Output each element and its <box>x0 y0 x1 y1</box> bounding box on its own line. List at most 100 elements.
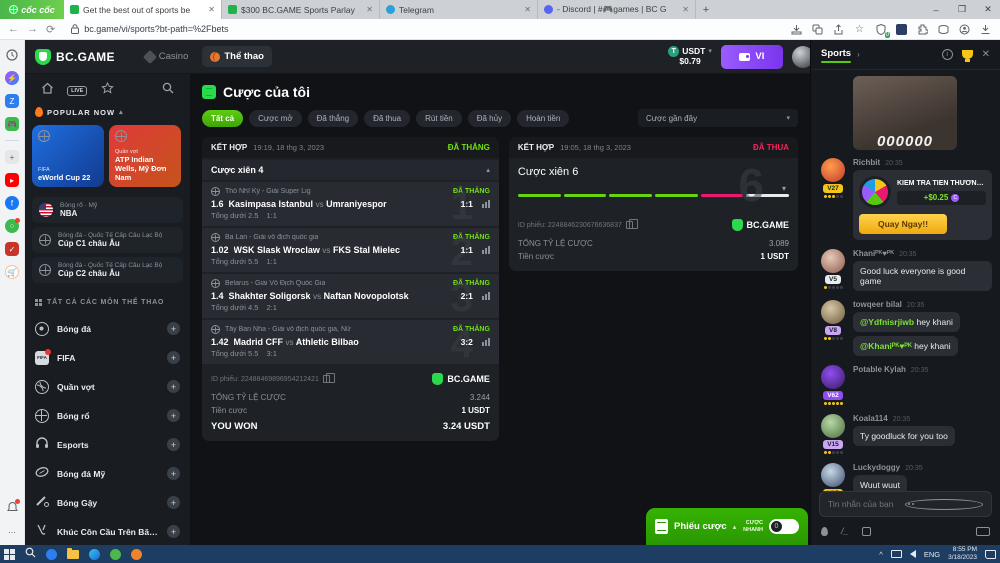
stats-icon[interactable] <box>482 338 490 346</box>
expand-plus-icon[interactable]: + <box>167 351 180 364</box>
sidebar-item-football[interactable]: Bóng đá + <box>32 314 183 343</box>
sidebar-item-ice-hockey[interactable]: Khúc Côn Cầu Trên Băng + <box>32 517 183 545</box>
expand-plus-icon[interactable]: + <box>167 438 180 451</box>
volume-icon[interactable] <box>910 550 916 558</box>
browser-tab-2[interactable]: $300 BC.GAME Sports Parlay ✕ <box>222 0 380 19</box>
chat-tab-sports[interactable]: Sports <box>821 48 851 62</box>
info-icon[interactable]: i <box>942 49 953 60</box>
forward-button[interactable]: → <box>27 23 38 35</box>
sidebar-item-tennis[interactable]: Quần vợt + <box>32 372 183 401</box>
app-dots-icon[interactable]: ⁘ <box>5 219 19 233</box>
chat-input[interactable]: Tin nhắn của bạn <box>819 491 992 517</box>
more-icon[interactable]: ⋯ <box>5 525 19 539</box>
expand-plus-icon[interactable]: + <box>167 496 180 509</box>
rain-icon[interactable] <box>821 527 828 536</box>
tab-close-icon[interactable]: ✕ <box>366 5 373 14</box>
network-icon[interactable] <box>891 550 902 558</box>
league-item-nba[interactable]: Bóng rổ · MỹNBA <box>32 197 183 223</box>
sidebar-item-fifa[interactable]: FIFA FIFA + <box>32 343 183 372</box>
emoji-icon[interactable] <box>905 499 984 510</box>
spin-promo-card[interactable]: KIỂM TRA TIỀN THƯỞNG VÒNG QU +$0.25C Qua… <box>853 170 992 240</box>
shop-cart-icon[interactable]: 🛒 <box>5 265 19 279</box>
sidebar-item-basketball[interactable]: Bóng rổ + <box>32 401 183 430</box>
youtube-icon[interactable]: ▸ <box>5 173 19 187</box>
zalo-icon[interactable]: Z <box>5 94 19 108</box>
dice-icon[interactable] <box>862 527 871 536</box>
home-icon[interactable] <box>36 82 58 97</box>
popular-card-fifa[interactable]: FIFA eWorld Cup 22 <box>32 125 104 187</box>
filter-refund[interactable]: Hoàn tiền <box>517 110 569 127</box>
avatar[interactable] <box>821 365 845 389</box>
language-indicator[interactable]: ENG <box>924 550 940 559</box>
address-bar[interactable]: bc.game/vi/sports?bt-path=%2Fbets <box>63 22 782 37</box>
add-shortcut-icon[interactable]: + <box>5 150 19 164</box>
copy-icon[interactable] <box>323 375 330 383</box>
tab-close-icon[interactable]: ✕ <box>208 5 215 14</box>
browser-tab-3[interactable]: Telegram ✕ <box>380 0 538 19</box>
betslip-button[interactable]: Phiếu cược ▴ CƯỢCNHANH <box>646 508 808 545</box>
window-close-button[interactable]: ✕ <box>976 4 1000 15</box>
search-icon[interactable] <box>157 82 179 97</box>
taskbar-app-blue[interactable] <box>46 549 57 560</box>
new-tab-button[interactable]: + <box>696 0 716 19</box>
tab-close-icon[interactable]: ✕ <box>682 5 689 14</box>
window-minimize-button[interactable]: – <box>924 5 948 15</box>
translate-icon[interactable] <box>811 23 824 36</box>
chat-image-message[interactable]: 000000 <box>853 76 957 150</box>
keyboard-icon[interactable] <box>976 527 990 536</box>
filter-cashout[interactable]: Rút tiền <box>416 110 462 127</box>
taskbar-search-icon[interactable] <box>25 545 36 563</box>
live-icon[interactable]: LIVE <box>66 84 88 95</box>
bet-card-lost[interactable]: KẾT HỢP19:05, 18 thg 3, 2023 ĐÃ THUA 6 ▾… <box>509 137 798 271</box>
sort-dropdown[interactable]: Cược gần đây▾ <box>638 109 798 127</box>
browser-tab-1[interactable]: Get the best out of sports be ✕ <box>64 0 222 19</box>
avatar[interactable] <box>821 249 845 273</box>
sidebar-toggle-icon[interactable] <box>937 23 950 36</box>
stats-icon[interactable] <box>482 292 490 300</box>
expand-plus-icon[interactable]: + <box>167 467 180 480</box>
start-button[interactable] <box>4 549 15 560</box>
facebook-icon[interactable]: f <box>5 196 19 210</box>
extensions-icon[interactable] <box>916 23 929 36</box>
messenger-icon[interactable]: ⚡ <box>5 71 19 85</box>
save-page-icon[interactable] <box>790 23 803 36</box>
expand-plus-icon[interactable]: + <box>167 409 180 422</box>
expand-plus-icon[interactable]: + <box>167 380 180 393</box>
clock[interactable]: 8:55 PM3/18/2023 <box>948 546 977 562</box>
balance-selector[interactable]: TUSDT▾ $0.79 <box>668 46 712 67</box>
file-explorer-icon[interactable] <box>67 550 79 559</box>
taskbar-app-orange[interactable] <box>131 549 142 560</box>
profile-icon[interactable] <box>958 23 971 36</box>
chevron-right-icon[interactable]: › <box>857 50 860 59</box>
spin-now-button[interactable]: Quay Ngay!! <box>859 214 947 234</box>
sidebar-item-esports[interactable]: Esports + <box>32 430 183 459</box>
avatar[interactable] <box>821 158 845 182</box>
games-icon[interactable]: 🎮 <box>5 117 19 131</box>
filter-all[interactable]: Tất cả <box>202 110 243 127</box>
window-maximize-button[interactable]: ❐ <box>950 4 974 15</box>
bet-card-won[interactable]: KẾT HỢP19:19, 18 thg 3, 2023 ĐÃ THẮNG Cư… <box>202 137 499 441</box>
action-center-icon[interactable] <box>985 550 996 559</box>
popular-now-header[interactable]: POPULAR NOW ▴ <box>32 107 183 125</box>
history-icon[interactable] <box>5 48 19 62</box>
expand-plus-icon[interactable]: + <box>167 322 180 335</box>
chat-close-icon[interactable]: ✕ <box>982 49 990 60</box>
league-item-c1[interactable]: Bóng đá - Quốc Tế Cấp Câu Lạc BộCúp C1 c… <box>32 227 183 253</box>
bookmark-star-icon[interactable]: ☆ <box>853 23 866 36</box>
expand-plus-icon[interactable]: + <box>167 525 180 538</box>
coc-coc-taskbar-icon[interactable] <box>110 549 121 560</box>
popular-card-atp[interactable]: Quần vợt ATP Indian Wells, Mỹ Đơn Nam <box>109 125 181 187</box>
slash-command-icon[interactable]: /_ <box>841 526 849 536</box>
filter-open[interactable]: Cược mở <box>249 110 302 127</box>
extension-box-icon[interactable] <box>895 23 908 36</box>
parlay-header[interactable]: 6 ▾ Cược xiên 6 <box>509 158 798 207</box>
coc-coc-logo[interactable]: cốc cốc <box>0 0 64 19</box>
filter-won[interactable]: Đã thắng <box>308 110 358 127</box>
tray-chevron[interactable]: ^ <box>879 550 883 559</box>
notification-bell-icon[interactable] <box>5 500 19 514</box>
adblock-shield-icon[interactable]: 0 <box>874 23 887 36</box>
reload-button[interactable]: ⟳ <box>46 23 55 36</box>
edge-icon[interactable] <box>89 549 100 560</box>
downloads-icon[interactable] <box>979 23 992 36</box>
browser-tab-4[interactable]: - Discord | #🎮games | BC G ✕ <box>538 0 696 19</box>
